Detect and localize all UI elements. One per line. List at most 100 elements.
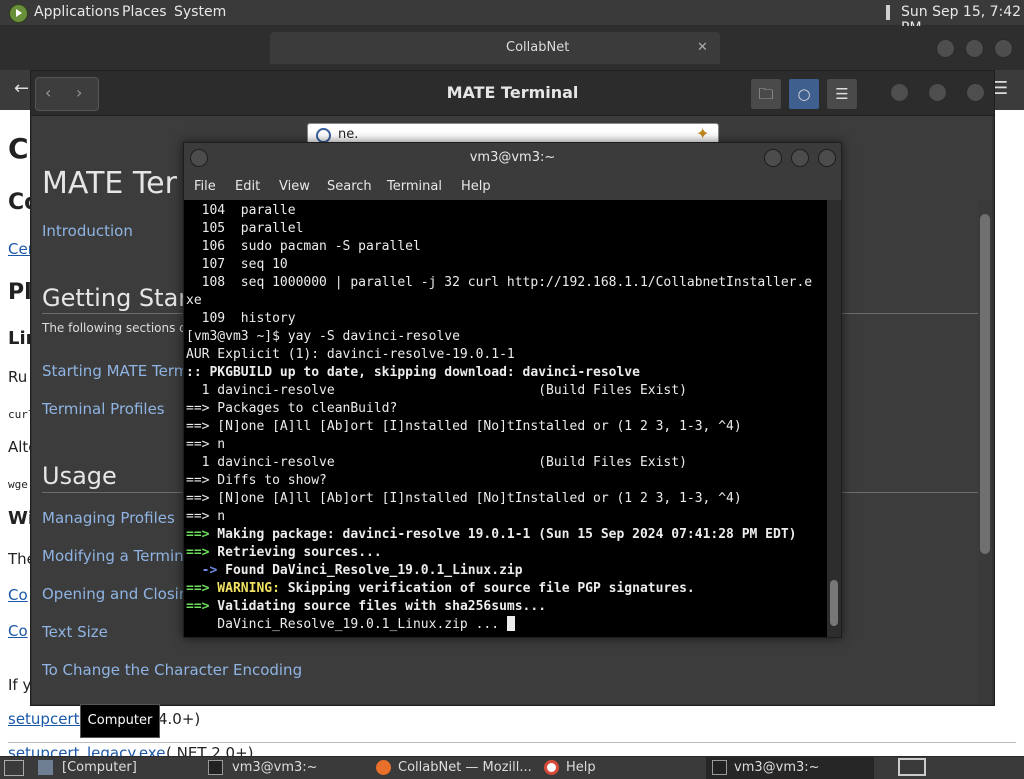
help-link[interactable]: Starting MATE Term: [42, 362, 188, 380]
terminal-line: ==> Making package: davinci-resolve 19.0…: [186, 527, 797, 542]
taskbar-item-firefox[interactable]: CollabNet — Mozill...: [370, 757, 535, 779]
help-section-heading: Usage: [42, 462, 117, 490]
close-button[interactable]: [994, 39, 1013, 58]
terminal-line: 106 sudo pacman -S parallel: [186, 239, 421, 254]
text-cursor: [506, 616, 515, 631]
terminal-line: ==> Diffs to show?: [186, 473, 327, 488]
download-link[interactable]: setupcert.: [8, 710, 84, 728]
browser-tab-active[interactable]: CollabNet ✕: [270, 32, 720, 64]
minimize-button[interactable]: [764, 149, 782, 167]
workspace-switcher[interactable]: [898, 758, 926, 776]
divider: [8, 742, 1016, 743]
help-section-heading: Getting Star: [42, 284, 189, 312]
terminal-line: DaVinci_Resolve_19.0.1_Linux.zip ...: [186, 616, 515, 634]
terminal-window: vm3@vm3:~ File Edit View Search Terminal…: [183, 142, 842, 638]
maximize-button[interactable]: [965, 39, 984, 58]
link-suffix: 4.0+): [158, 710, 201, 728]
terminal-line: ==> [N]one [A]ll [Ab]ort [I]nstalled [No…: [186, 491, 742, 506]
help-link[interactable]: To Change the Character Encoding: [42, 661, 302, 679]
terminal-line: ==> WARNING: Skipping verification of so…: [186, 581, 695, 596]
terminal-output[interactable]: 104 paralle 105 parallel 106 sudo pacman…: [184, 200, 827, 637]
help-link[interactable]: Managing Profiles: [42, 509, 175, 527]
maximize-button[interactable]: [928, 83, 947, 102]
menu-system[interactable]: System: [174, 4, 226, 20]
terminal-icon: [712, 760, 727, 775]
terminal-line: :: PKGBUILD up to date, skipping downloa…: [186, 365, 640, 380]
firefox-icon: [376, 760, 391, 775]
help-scrollbar[interactable]: [978, 200, 992, 704]
show-desktop-icon[interactable]: [4, 760, 24, 776]
taskbar-item-computer[interactable]: [Computer]: [32, 757, 197, 779]
computer-icon: [38, 760, 53, 775]
panel-separator-icon: [886, 5, 890, 20]
content-link[interactable]: Co: [8, 622, 28, 640]
taskbar-item-help[interactable]: Help: [538, 757, 703, 779]
search-query: ne.: [338, 127, 359, 142]
terminal-title: vm3@vm3:~: [469, 150, 556, 165]
hamburger-menu-icon[interactable]: ☰: [826, 78, 858, 110]
terminal-line: xe: [186, 293, 202, 308]
terminal-line: ==> [N]one [A]ll [Ab]ort [I]nstalled [No…: [186, 419, 742, 434]
tooltip: Computer: [80, 704, 160, 738]
code-snippet: wge: [8, 478, 28, 491]
menu-terminal[interactable]: Terminal: [387, 179, 442, 194]
help-paragraph: The following sections de: [42, 321, 195, 335]
help-link-introduction[interactable]: Introduction: [42, 222, 133, 240]
back-arrow-icon[interactable]: ←: [14, 78, 29, 99]
page-heading: C: [8, 132, 29, 165]
taskbar-item-terminal[interactable]: vm3@vm3:~: [202, 757, 367, 779]
menu-places[interactable]: Places: [122, 4, 167, 20]
search-icon[interactable]: ○: [788, 78, 820, 110]
help-link[interactable]: Modifying a Termina: [42, 547, 193, 565]
terminal-scrollbar[interactable]: [827, 200, 841, 637]
terminal-line: 104 paralle: [186, 203, 296, 218]
terminal-line: -> Found DaVinci_Resolve_19.0.1_Linux.zi…: [186, 563, 523, 578]
paragraph-text: If y: [8, 676, 32, 694]
maximize-button[interactable]: [791, 149, 809, 167]
search-icon: [316, 128, 331, 143]
menu-applications[interactable]: Applications: [34, 4, 120, 20]
help-link[interactable]: Text Size: [42, 623, 108, 641]
menu-help[interactable]: Help: [461, 179, 491, 194]
terminal-line: 109 history: [186, 311, 296, 326]
terminal-line: 1 davinci-resolve (Build Files Exist): [186, 383, 687, 398]
terminal-menubar: File Edit View Search Terminal Help: [184, 173, 841, 200]
content-link[interactable]: Co: [8, 586, 28, 604]
terminal-line: 105 parallel: [186, 221, 304, 236]
top-panel: Applications Places System Sun Sep 15, 7…: [0, 0, 1024, 36]
menu-file[interactable]: File: [194, 179, 216, 194]
help-page-title: MATE Ter: [42, 166, 177, 201]
minimize-button[interactable]: [890, 83, 909, 102]
close-icon[interactable]: ✕: [697, 32, 708, 64]
help-link[interactable]: Opening and Closing: [42, 585, 198, 603]
help-headerbar: ‹ › MATE Terminal 🗀 ○ ☰: [31, 71, 994, 116]
terminal-line: ==> n: [186, 437, 226, 452]
taskbar-item-terminal-active[interactable]: vm3@vm3:~: [706, 757, 874, 779]
browser-tab-inactive[interactable]: [45, 32, 255, 64]
terminal-line: AUR Explicit (1): davinci-resolve-19.0.1…: [186, 347, 515, 362]
scrollbar-thumb[interactable]: [830, 580, 838, 626]
scrollbar-thumb[interactable]: [980, 214, 990, 554]
close-button[interactable]: [818, 149, 836, 167]
menu-view[interactable]: View: [279, 179, 310, 194]
terminal-line: 1 davinci-resolve (Build Files Exist): [186, 455, 687, 470]
bookmark-icon[interactable]: 🗀: [750, 78, 782, 110]
terminal-line: ==> n: [186, 509, 226, 524]
help-link[interactable]: Terminal Profiles: [42, 400, 165, 418]
menu-search[interactable]: Search: [327, 179, 372, 194]
terminal-titlebar[interactable]: vm3@vm3:~: [184, 143, 841, 173]
clear-icon[interactable]: ✦: [696, 124, 709, 143]
minimize-button[interactable]: [936, 39, 955, 58]
terminal-line: [vm3@vm3 ~]$ yay -S davinci-resolve: [186, 329, 460, 344]
help-lifebuoy-icon: [544, 760, 559, 775]
mate-logo-icon[interactable]: [9, 4, 28, 23]
terminal-line: 107 seq 10: [186, 257, 288, 272]
menu-edit[interactable]: Edit: [235, 179, 260, 194]
bottom-panel: [Computer] vm3@vm3:~ CollabNet — Mozill.…: [0, 756, 1024, 779]
terminal-line: ==> Validating source files with sha256s…: [186, 599, 547, 614]
close-button[interactable]: [966, 83, 985, 102]
paragraph-text: Ru: [8, 368, 28, 386]
terminal-line: ==> Packages to cleanBuild?: [186, 401, 398, 416]
terminal-line: ==> Retrieving sources...: [186, 545, 382, 560]
browser-tab-title: CollabNet: [506, 40, 570, 55]
